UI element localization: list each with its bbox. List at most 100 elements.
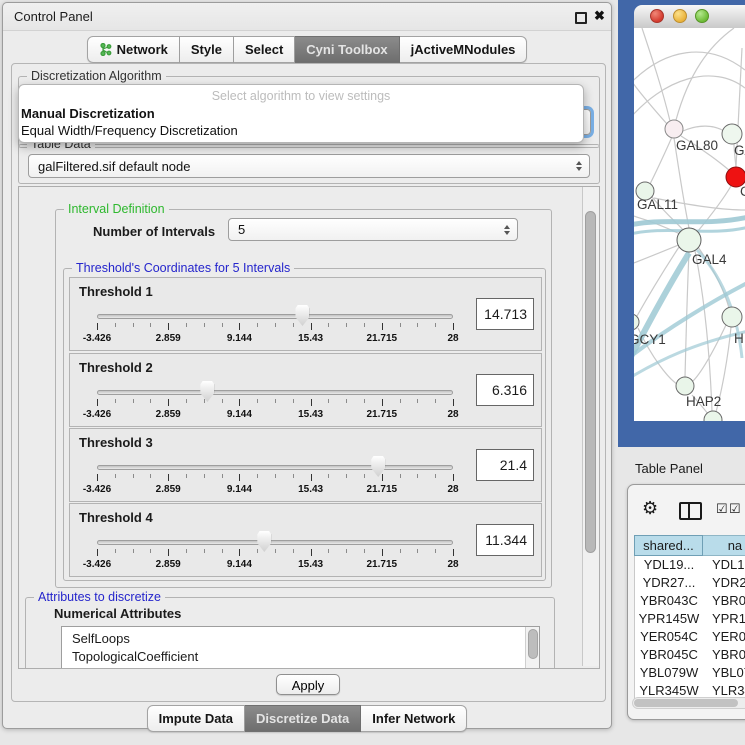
network-node-gal4[interactable] bbox=[677, 228, 701, 252]
zoom-traffic-light[interactable] bbox=[695, 9, 709, 23]
network-window-titlebar[interactable] bbox=[634, 5, 745, 29]
tick-mark bbox=[311, 323, 312, 330]
tick-mark bbox=[97, 399, 98, 406]
tab-label: Impute Data bbox=[159, 711, 233, 726]
tab-impute-data[interactable]: Impute Data bbox=[147, 705, 245, 732]
tab-jactivemnodules[interactable]: jActiveMNodules bbox=[400, 36, 528, 63]
tick-mark bbox=[453, 549, 454, 556]
menu-item-manual-discretization[interactable]: Manual Discretization bbox=[21, 106, 155, 121]
tick-mark bbox=[168, 323, 169, 330]
slider-tick-labels: -3.4262.8599.14415.4321.71528 bbox=[97, 484, 453, 496]
tick-label: -3.426 bbox=[83, 559, 111, 570]
tab-cyni-toolbox[interactable]: Cyni Toolbox bbox=[295, 36, 399, 63]
tab-label: Infer Network bbox=[372, 711, 455, 726]
control-panel-window: Control Panel ✖ Network Style SelectCyni T… bbox=[2, 2, 612, 729]
tick-mark bbox=[115, 399, 116, 403]
table-row[interactable]: YER054CYER05 bbox=[635, 628, 745, 646]
threshold-label: Threshold 1 bbox=[79, 284, 153, 299]
table-row[interactable]: YDL19...YDL19 bbox=[635, 556, 745, 574]
slider-track[interactable] bbox=[97, 390, 453, 395]
slider-track[interactable] bbox=[97, 314, 453, 319]
tick-mark bbox=[346, 399, 347, 403]
attributes-list-items: SelfLoopsTopologicalCoefficientBetweenne… bbox=[62, 627, 539, 669]
attribute-list-item[interactable]: TopologicalCoefficient bbox=[62, 648, 539, 666]
table-cell: YBL07 bbox=[703, 664, 745, 682]
attributes-scrollbar-thumb[interactable] bbox=[528, 629, 538, 659]
node-label: GAL11 bbox=[637, 197, 678, 212]
minimize-traffic-light[interactable] bbox=[673, 9, 687, 23]
slider-track[interactable] bbox=[97, 540, 453, 545]
tick-label: 9.144 bbox=[227, 559, 252, 570]
table-horizontal-scrollbar[interactable] bbox=[632, 697, 745, 709]
control-panel-title: Control Panel bbox=[14, 9, 93, 24]
close-traffic-light[interactable] bbox=[650, 9, 664, 23]
threshold-value-field[interactable]: 6.316 bbox=[476, 374, 534, 406]
tick-mark bbox=[239, 474, 240, 481]
algorithm-group-title: Discretization Algorithm bbox=[27, 69, 166, 83]
slider-ticks bbox=[97, 323, 453, 331]
tick-mark bbox=[382, 474, 383, 481]
tick-label: 2.859 bbox=[156, 409, 181, 420]
main-scrollbar-thumb[interactable] bbox=[585, 211, 596, 553]
table-column-header[interactable]: shared... bbox=[634, 535, 703, 556]
network-node-h[interactable] bbox=[722, 307, 742, 327]
tick-label: 9.144 bbox=[227, 409, 252, 420]
tick-mark bbox=[275, 549, 276, 553]
tick-mark bbox=[239, 399, 240, 406]
network-graph: GAL80GACGAL11GAL4GCY1HHAP2 bbox=[634, 28, 745, 421]
columns-icon[interactable] bbox=[679, 502, 702, 520]
tick-label: 21.715 bbox=[367, 484, 398, 495]
threshold-value-field[interactable]: 21.4 bbox=[476, 449, 534, 481]
checkbox-icon[interactable]: ☑ bbox=[716, 501, 728, 517]
table-data-combobox[interactable]: galFiltered.sif default node bbox=[28, 154, 590, 178]
attribute-list-item[interactable]: BetweennessCentrality bbox=[62, 665, 539, 669]
bottom-tab-bar: Impute Data Discretize Data Infer Network bbox=[3, 705, 611, 732]
algorithm-dropdown-popup: Select algorithm to view settings Manual… bbox=[18, 84, 584, 143]
apply-button[interactable]: Apply bbox=[276, 674, 340, 695]
tab-discretize-data[interactable]: Discretize Data bbox=[245, 705, 361, 732]
table-row[interactable]: YBL079WYBL07 bbox=[635, 664, 745, 682]
float-window-icon[interactable] bbox=[575, 12, 587, 24]
tick-mark bbox=[311, 474, 312, 481]
gear-icon[interactable]: ⚙ bbox=[642, 499, 658, 517]
threshold-value-field[interactable]: 14.713 bbox=[476, 298, 534, 330]
tick-mark bbox=[257, 549, 258, 553]
tab-style[interactable]: Style bbox=[180, 36, 234, 63]
attributes-list-scrollbar[interactable] bbox=[525, 627, 539, 669]
tick-mark bbox=[275, 474, 276, 478]
tick-mark bbox=[435, 474, 436, 478]
table-row[interactable]: YBR045CYBR04 bbox=[635, 646, 745, 664]
tick-mark bbox=[328, 323, 329, 327]
tab-network[interactable]: Network bbox=[87, 36, 180, 63]
number-of-intervals-combobox[interactable]: 5 bbox=[228, 218, 518, 241]
table-column-header[interactable]: na bbox=[703, 535, 745, 556]
table-row[interactable]: YBR043CYBR04 bbox=[635, 592, 745, 610]
network-canvas[interactable]: GAL80GACGAL11GAL4GCY1HHAP2 bbox=[634, 28, 745, 421]
main-vertical-scrollbar[interactable] bbox=[582, 187, 599, 666]
thresholds-group-title: Threshold's Coordinates for 5 Intervals bbox=[72, 261, 294, 275]
network-node-gcy1[interactable] bbox=[634, 314, 639, 330]
table-row[interactable]: YDR27...YDR27 bbox=[635, 574, 745, 592]
tab-select[interactable]: Select bbox=[234, 36, 295, 63]
tick-mark bbox=[311, 399, 312, 406]
tick-label: 28 bbox=[447, 559, 458, 570]
table-header-row: shared...na bbox=[634, 535, 745, 556]
tick-mark bbox=[400, 549, 401, 553]
tick-mark bbox=[97, 323, 98, 330]
tick-label: -3.426 bbox=[83, 409, 111, 420]
close-icon[interactable]: ✖ bbox=[594, 8, 605, 24]
tab-label: Style bbox=[191, 42, 222, 57]
table-row[interactable]: YPR145WYPR14 bbox=[635, 610, 745, 628]
tab-label: jActiveMNodules bbox=[411, 42, 516, 57]
tab-infer-network[interactable]: Infer Network bbox=[361, 705, 467, 732]
network-node-gal80[interactable] bbox=[665, 120, 683, 138]
menu-item-equal-width-frequency[interactable]: Equal Width/Frequency Discretization bbox=[21, 123, 238, 138]
threshold-value-field[interactable]: 11.344 bbox=[476, 524, 534, 556]
checkbox-icon[interactable]: ☑ bbox=[729, 501, 741, 517]
node-label: GA bbox=[734, 143, 745, 158]
table-scrollbar-thumb[interactable] bbox=[634, 699, 738, 707]
network-node-hap2[interactable] bbox=[676, 377, 694, 395]
slider-track[interactable] bbox=[97, 465, 453, 470]
attribute-list-item[interactable]: SelfLoops bbox=[62, 630, 539, 648]
network-node-ga[interactable] bbox=[722, 124, 742, 144]
